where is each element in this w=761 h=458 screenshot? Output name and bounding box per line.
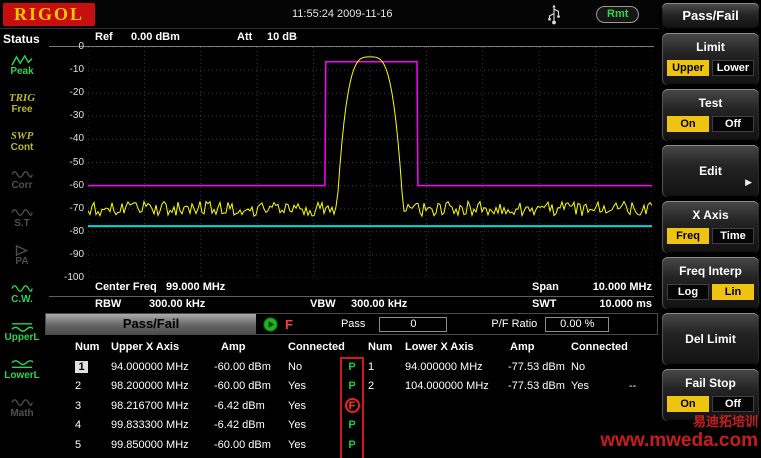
- table-row-2: 2 98.200000 MHz -60.00 dBm Yes P 2 104.0…: [75, 380, 637, 393]
- trace-plot: 0 -10 -20 -30 -40 -50 -60 -70 -80 -90 -100: [64, 41, 652, 283]
- selected-row-number: 1: [75, 360, 88, 373]
- submenu-arrow-icon: ▶: [745, 177, 752, 187]
- status-math: Math: [0, 389, 44, 427]
- softkey-limit[interactable]: Limit Upper Lower: [662, 33, 759, 85]
- table-row-4: 4 99.833300 MHz -6.42 dBm Yes P: [75, 419, 356, 432]
- center-freq-value: 99.000 MHz: [166, 281, 226, 293]
- limit-points-table: Num Upper X Axis Amp Connected Num Lower…: [44, 336, 658, 458]
- pf-mark: P: [348, 360, 356, 373]
- status-sweep-continuous: SWP Cont: [10, 130, 34, 154]
- pf-fail-mark: F: [344, 398, 360, 414]
- span-value: 10.000 MHz: [592, 281, 652, 293]
- y-tick-label: -70: [69, 202, 84, 214]
- x-axis-freq-option[interactable]: Freq: [667, 228, 709, 244]
- center-freq-row: Center Freq 99.000 MHz Span 10.000 MHz: [49, 281, 654, 297]
- freq-interp-log-option[interactable]: Log: [667, 284, 709, 300]
- softkey-test[interactable]: Test On Off: [662, 89, 759, 141]
- freq-interp-lin-option[interactable]: Lin: [712, 284, 754, 300]
- ratio-value: 0.00 %: [545, 316, 610, 332]
- table-row-3: 3 98.216700 MHz -6.42 dBm Yes F: [44, 396, 658, 416]
- y-tick-label: -40: [69, 133, 84, 145]
- fail-stop-on-option[interactable]: On: [667, 396, 709, 412]
- status-peak: Peak: [0, 47, 44, 85]
- sig-track-icon: [11, 209, 33, 216]
- pf-mark: P: [348, 419, 356, 432]
- table-row-1: 1 94.000000 MHz -60.00 dBm No P 1 94.000…: [44, 357, 658, 377]
- y-tick-label: -60: [69, 179, 84, 191]
- fail-indicator: F: [285, 316, 293, 332]
- x-axis-time-option[interactable]: Time: [712, 228, 754, 244]
- rbw-value: 300.00 kHz: [149, 298, 206, 310]
- y-tick-label: 0: [78, 41, 84, 52]
- math-icon: [11, 399, 33, 406]
- status-trigger-free: TRIG Free: [8, 92, 36, 116]
- usb-icon: [548, 4, 560, 25]
- pf-mark: P: [348, 380, 356, 393]
- peak-detector-icon: [11, 55, 33, 66]
- pass-count-value: 0: [379, 316, 448, 332]
- clock: 11:55:24 2009-11-16: [292, 8, 393, 20]
- span-label: Span: [532, 281, 559, 293]
- softkey-x-axis[interactable]: X Axis Freq Time: [662, 201, 759, 253]
- ratio-label: P/F Ratio: [491, 318, 538, 330]
- top-bar: RIGOL 11:55:24 2009-11-16 Rmt: [0, 0, 659, 29]
- cw-wave-icon: [11, 285, 33, 292]
- pass-count-label: Pass: [340, 318, 366, 330]
- preamp-icon: [15, 245, 29, 256]
- softkey-fail-stop[interactable]: Fail Stop On Off: [662, 369, 759, 421]
- softkey-del-limit[interactable]: Del Limit: [662, 313, 759, 365]
- y-tick-label: -20: [69, 87, 84, 99]
- bandwidth-row: RBW 300.00 kHz VBW 300.00 kHz SWT 10.000…: [49, 298, 654, 314]
- status-cw-signal: C.W.: [0, 275, 44, 313]
- spectrum-analyzer-screen: RIGOL 11:55:24 2009-11-16 Rmt Status Pea…: [0, 0, 761, 458]
- test-on-option[interactable]: On: [667, 116, 709, 132]
- limit-upper-option[interactable]: Upper: [667, 60, 709, 76]
- status-title: Status: [3, 32, 40, 46]
- swt-value: 10.000 ms: [599, 298, 652, 310]
- ref-att-row: Ref 0.00 dBm Att 10 dB: [49, 31, 654, 47]
- status-panel: Status Peak TRIG Free SWP Cont Corr S.T …: [0, 29, 44, 458]
- table-row-5: 5 99.850000 MHz -60.00 dBm Yes P: [75, 438, 356, 451]
- status-sig-track: S.T: [0, 199, 44, 237]
- status-correction: Corr: [0, 161, 44, 199]
- test-off-option[interactable]: Off: [712, 116, 754, 132]
- passfail-bar-title: Pass/Fail: [46, 314, 256, 334]
- pf-mark: P: [348, 438, 356, 451]
- fail-stop-off-option[interactable]: Off: [712, 396, 754, 412]
- ref-level-label: Ref: [95, 31, 113, 43]
- softkey-edit[interactable]: Edit ▶: [662, 145, 759, 197]
- remote-indicator: Rmt: [596, 6, 640, 23]
- softkey-freq-interp[interactable]: Freq Interp Log Lin: [662, 257, 759, 309]
- table-header-row: Num Upper X Axis Amp Connected Num Lower…: [75, 340, 628, 353]
- attenuation-value: 10 dB: [267, 31, 297, 43]
- y-tick-label: -30: [69, 110, 84, 122]
- status-upper-limit: UpperL: [0, 313, 44, 351]
- softkey-panel: Pass/Fail Limit Upper Lower Test On Off …: [659, 0, 761, 458]
- vbw-label: VBW: [310, 298, 336, 310]
- lower-limit-icon: [11, 360, 33, 368]
- passfail-status-bar: Pass/Fail F Pass 0 P/F Ratio 0.00 %: [45, 313, 658, 335]
- spectrum-trace-svg: [88, 47, 652, 278]
- vbw-value: 300.00 kHz: [351, 298, 408, 310]
- run-indicator-icon: [263, 316, 278, 332]
- ref-level-value: 0.00 dBm: [131, 31, 180, 43]
- y-tick-label: -50: [69, 156, 84, 168]
- y-tick-label: -90: [69, 248, 84, 260]
- center-freq-label: Center Freq: [95, 281, 157, 293]
- correction-icon: [11, 171, 33, 178]
- upper-limit-icon: [11, 323, 33, 332]
- attenuation-label: Att: [237, 31, 253, 43]
- menu-title: Pass/Fail: [662, 3, 759, 29]
- swt-label: SWT: [532, 298, 557, 310]
- status-lower-limit: LowerL: [0, 351, 44, 389]
- spectrum-display: Ref 0.00 dBm Att 10 dB 0 -10 -20 -30 -40 -50 -…: [44, 29, 659, 458]
- y-tick-label: -10: [69, 64, 84, 76]
- status-preamp: PA: [0, 237, 44, 275]
- rigol-logo: RIGOL: [3, 3, 95, 26]
- y-tick-label: -80: [69, 225, 84, 237]
- rbw-label: RBW: [95, 298, 122, 310]
- limit-lower-option[interactable]: Lower: [712, 60, 754, 76]
